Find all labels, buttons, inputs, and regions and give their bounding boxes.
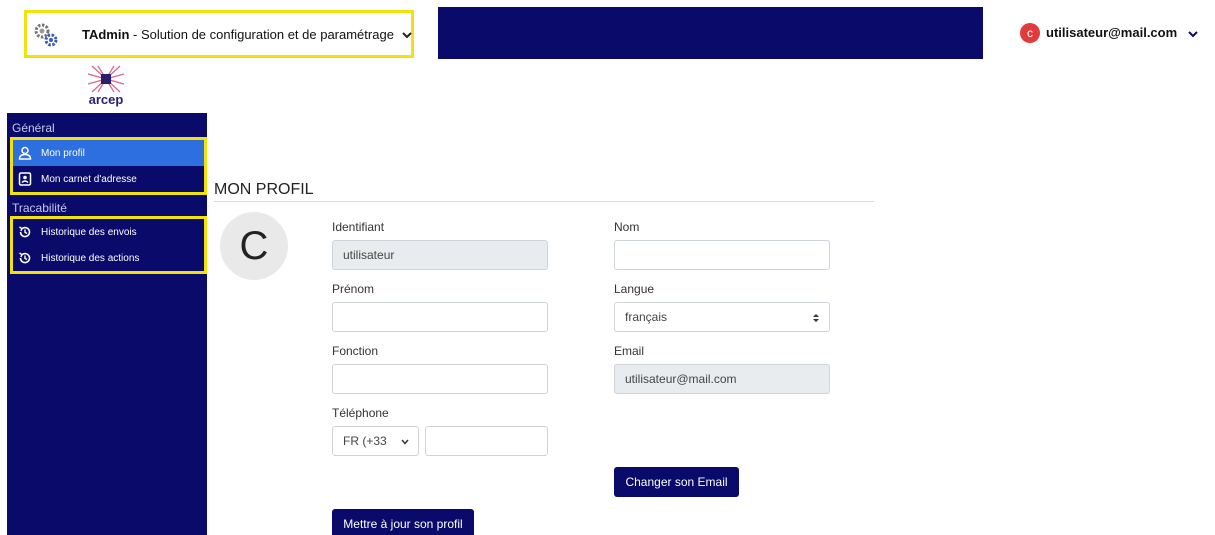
- nom-field[interactable]: [614, 240, 830, 270]
- telephone-label: Téléphone: [332, 406, 389, 420]
- prenom-label: Prénom: [332, 282, 375, 296]
- update-profile-button[interactable]: Mettre à jour son profil: [332, 509, 474, 535]
- gears-icon: [34, 23, 58, 47]
- change-email-button[interactable]: Changer son Email: [614, 467, 739, 497]
- langue-label: Langue: [614, 282, 655, 296]
- chevron-down-icon[interactable]: [1187, 28, 1199, 40]
- identifiant-label: Identifiant: [332, 220, 385, 234]
- nom-label: Nom: [614, 220, 640, 234]
- fonction-label: Fonction: [332, 344, 379, 358]
- prenom-field[interactable]: [332, 302, 548, 332]
- arcep-logo: arcep: [86, 64, 126, 108]
- sidebar-item-carnet-adresse[interactable]: Mon carnet d'adresse: [13, 166, 204, 192]
- country-code-select[interactable]: FR (+33: [332, 426, 419, 456]
- chevron-down-icon: [401, 439, 409, 445]
- sidebar-item-mon-profil[interactable]: Mon profil: [13, 140, 204, 166]
- sidebar-group-tracabilite: Historique des envois Historique des act…: [10, 216, 207, 274]
- sidebar-item-label: Historique des actions: [41, 252, 140, 264]
- sidebar-item-historique-envois[interactable]: Historique des envois: [13, 219, 204, 245]
- page-title: MON PROFIL: [214, 181, 314, 198]
- app-switcher[interactable]: TAdmin - Solution de configuration et de…: [24, 10, 414, 58]
- history-icon: [19, 226, 31, 238]
- user-avatar: c: [1020, 23, 1040, 43]
- sidebar-item-historique-actions[interactable]: Historique des actions: [13, 245, 204, 271]
- history-icon: [19, 252, 31, 264]
- logo-mark-icon: [87, 65, 125, 93]
- divider: [214, 201, 874, 202]
- sort-arrows-icon: [813, 314, 819, 322]
- profile-avatar: C: [220, 212, 288, 280]
- app-name: TAdmin: [82, 27, 130, 42]
- sidebar-item-label: Historique des envois: [41, 226, 137, 238]
- fonction-field[interactable]: [332, 364, 548, 394]
- user-email: utilisateur@mail.com: [1046, 25, 1178, 40]
- sidebar-group-general: Mon profil Mon carnet d'adresse: [10, 137, 207, 195]
- langue-value: français: [625, 310, 668, 324]
- address-book-icon: [18, 172, 32, 186]
- sidebar: Général Mon profil Mon carnet d'adresse …: [7, 113, 207, 535]
- langue-select[interactable]: français: [614, 302, 830, 332]
- sidebar-item-label: Mon carnet d'adresse: [41, 173, 137, 185]
- email-label: Email: [614, 344, 645, 358]
- top-bar-left: TAdmin - Solution de configuration et de…: [7, 7, 438, 59]
- sidebar-section-general: Général: [12, 121, 55, 135]
- email-field: utilisateur@mail.com: [614, 364, 830, 394]
- app-root: TAdmin - Solution de configuration et de…: [0, 0, 1215, 535]
- user-menu[interactable]: c utilisateur@mail.com: [983, 7, 1215, 59]
- user-icon: [18, 146, 32, 160]
- logo-text: arcep: [88, 92, 124, 107]
- app-title: TAdmin - Solution de configuration et de…: [82, 27, 394, 42]
- sidebar-section-tracabilite: Tracabilité: [12, 201, 67, 215]
- country-code-value: FR (+33: [343, 434, 387, 448]
- top-bar-banner: [438, 7, 983, 59]
- sidebar-item-label: Mon profil: [41, 147, 85, 159]
- top-bar: TAdmin - Solution de configuration et de…: [7, 7, 1215, 59]
- identifiant-field: utilisateur: [332, 240, 548, 270]
- telephone-field[interactable]: [425, 426, 548, 456]
- app-subtitle: - Solution de configuration et de paramé…: [129, 27, 394, 42]
- chevron-down-icon[interactable]: [401, 29, 413, 41]
